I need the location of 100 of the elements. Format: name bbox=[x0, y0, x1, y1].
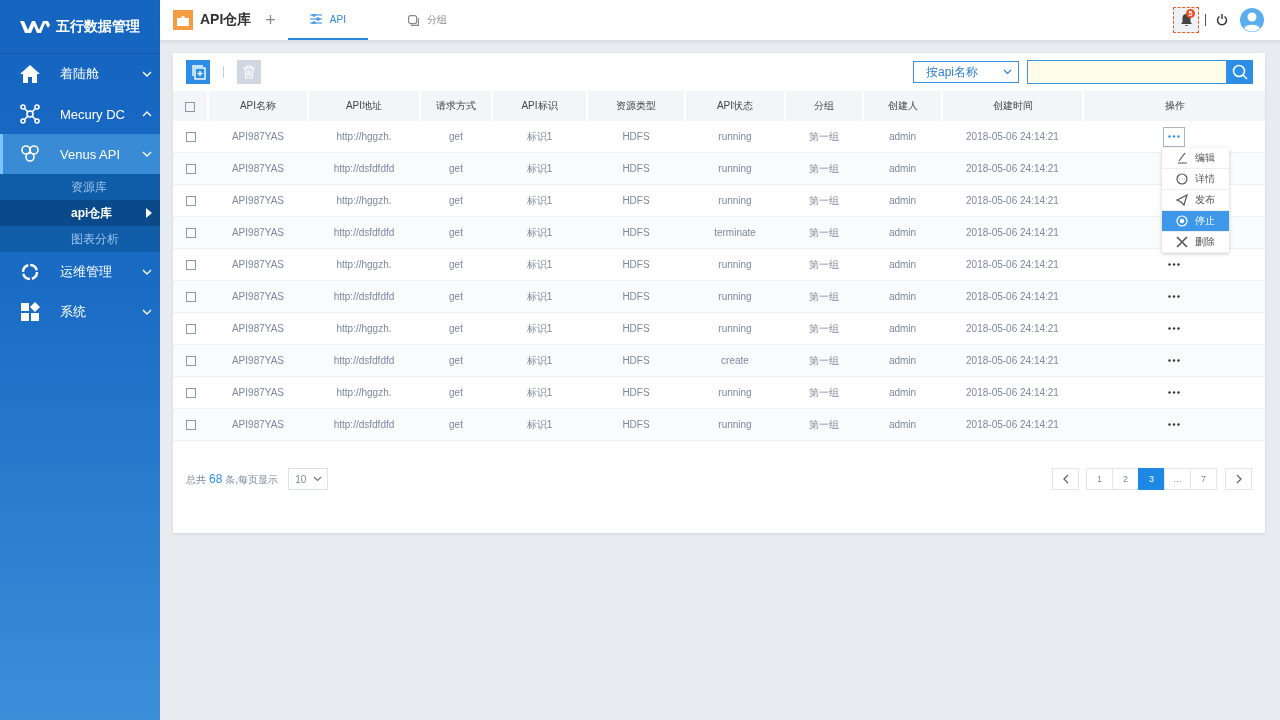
submenu-item[interactable]: 图表分析 bbox=[0, 226, 160, 252]
menu-item[interactable]: 停止 bbox=[1162, 211, 1229, 232]
table-cell: running bbox=[718, 195, 752, 206]
column-header: API地址 bbox=[345, 100, 383, 111]
search-icon bbox=[1232, 64, 1248, 80]
table-cell: API987YAS bbox=[231, 227, 285, 238]
add-tab-button[interactable]: + bbox=[265, 9, 276, 31]
chevron-icon bbox=[313, 476, 323, 482]
chevron-left-icon bbox=[1062, 474, 1069, 484]
table-cell: 第一组 bbox=[809, 226, 839, 238]
paper-plane-icon bbox=[1176, 194, 1188, 206]
table-cell: 标识1 bbox=[526, 386, 553, 398]
table-cell: HDFS bbox=[622, 387, 650, 398]
table-cell: admin bbox=[888, 355, 917, 366]
search-field[interactable] bbox=[1027, 60, 1227, 84]
network-icon bbox=[20, 104, 40, 124]
more-icon bbox=[1168, 359, 1180, 362]
table-cell: HDFS bbox=[622, 355, 650, 366]
next-page-button[interactable] bbox=[1225, 468, 1252, 490]
column-header: 请求方式 bbox=[436, 100, 476, 111]
filter-dropdown[interactable]: 按api名称 bbox=[913, 61, 1019, 83]
add-button[interactable] bbox=[186, 60, 210, 84]
page-button[interactable]: … bbox=[1164, 468, 1191, 490]
table-cell: running bbox=[718, 259, 752, 270]
caret-icon bbox=[146, 208, 152, 218]
table-cell: admin bbox=[888, 195, 917, 206]
power-icon[interactable] bbox=[1216, 14, 1228, 26]
more-button[interactable] bbox=[1163, 126, 1185, 147]
page-size-dropdown[interactable]: 10 bbox=[288, 468, 329, 490]
checkbox[interactable] bbox=[185, 101, 195, 112]
table-cell: 标识1 bbox=[526, 226, 553, 238]
table-cell: 第一组 bbox=[809, 354, 839, 366]
sidebar-item[interactable]: Venus API bbox=[0, 134, 160, 174]
table-cell: admin bbox=[888, 323, 917, 334]
sidebar-item[interactable]: 运维管理 bbox=[0, 252, 160, 292]
avatar-icon[interactable] bbox=[1240, 8, 1264, 32]
checkbox[interactable] bbox=[185, 228, 196, 239]
table-cell: admin bbox=[888, 259, 917, 270]
table-cell: API987YAS bbox=[231, 163, 285, 174]
checkbox[interactable] bbox=[185, 196, 196, 207]
submenu-item[interactable]: 资源库 bbox=[0, 174, 160, 200]
sidebar-item[interactable]: 着陆舱 bbox=[0, 54, 160, 94]
table-cell: API987YAS bbox=[231, 131, 285, 142]
table-cell: http://hggzh. bbox=[336, 195, 392, 206]
checkbox[interactable] bbox=[185, 324, 196, 335]
tab[interactable]: 分组 bbox=[387, 0, 468, 40]
chevron-icon bbox=[142, 110, 152, 118]
chevron-icon bbox=[142, 70, 152, 78]
column-header: API标识 bbox=[521, 100, 558, 111]
table-cell: terminate bbox=[714, 227, 756, 238]
table-cell: create bbox=[721, 355, 749, 366]
table-cell: get bbox=[449, 259, 463, 270]
previous-page-button[interactable] bbox=[1052, 468, 1079, 490]
table-cell: running bbox=[718, 163, 752, 174]
table-cell: API987YAS bbox=[231, 323, 285, 334]
table-cell: HDFS bbox=[622, 259, 650, 270]
chevron-icon bbox=[142, 268, 152, 276]
checkbox[interactable] bbox=[185, 388, 196, 399]
sidebar-item[interactable]: Mecury DC bbox=[0, 94, 160, 134]
checkbox[interactable] bbox=[185, 292, 196, 303]
checkbox[interactable] bbox=[185, 420, 196, 431]
submenu-item[interactable]: api仓库 bbox=[0, 200, 160, 226]
page-title: API仓库 bbox=[200, 11, 252, 29]
total-count-text: 总共 68 条,每页显示 bbox=[186, 471, 279, 487]
table-cell: 标识1 bbox=[526, 130, 553, 142]
table-cell: 标识1 bbox=[526, 194, 553, 206]
table-cell: get bbox=[449, 387, 463, 398]
tab[interactable]: API bbox=[287, 0, 368, 40]
checkbox[interactable] bbox=[185, 164, 196, 175]
page-button[interactable]: 3 bbox=[1138, 468, 1165, 490]
column-header: 资源类型 bbox=[616, 100, 656, 111]
search-button[interactable] bbox=[1227, 60, 1253, 84]
more-icon bbox=[1168, 135, 1180, 138]
table-cell: running bbox=[718, 131, 752, 142]
column-header: 创建时间 bbox=[992, 100, 1033, 111]
checkbox[interactable] bbox=[185, 260, 196, 271]
table-cell: 标识1 bbox=[526, 322, 553, 334]
square-icon bbox=[408, 14, 420, 26]
column-header: API名称 bbox=[239, 100, 277, 111]
table-cell: get bbox=[449, 419, 463, 430]
checkbox[interactable] bbox=[185, 132, 196, 143]
table-cell: 2018-05-06 24:14:21 bbox=[966, 163, 1059, 174]
page-button[interactable]: 2 bbox=[1112, 468, 1139, 490]
chevron-icon bbox=[142, 308, 152, 316]
blocks-icon bbox=[20, 302, 40, 322]
table-cell: running bbox=[718, 419, 752, 430]
table-cell: 2018-05-06 24:14:21 bbox=[966, 291, 1059, 302]
more-icon bbox=[1168, 263, 1180, 266]
chevron-icon bbox=[142, 150, 152, 158]
sidebar-item[interactable]: 系统 bbox=[0, 292, 160, 332]
table-cell: running bbox=[718, 291, 752, 302]
checkbox[interactable] bbox=[185, 356, 196, 367]
table-cell: http://dsfdfdfd bbox=[333, 163, 395, 174]
page-button[interactable]: 7 bbox=[1190, 468, 1217, 490]
table-cell: get bbox=[449, 291, 463, 302]
page-button[interactable]: 1 bbox=[1086, 468, 1113, 490]
stop-icon bbox=[1176, 215, 1188, 227]
table-cell: 2018-05-06 24:14:21 bbox=[966, 131, 1059, 142]
table-cell: 标识1 bbox=[526, 258, 553, 270]
more-icon bbox=[1168, 327, 1180, 330]
